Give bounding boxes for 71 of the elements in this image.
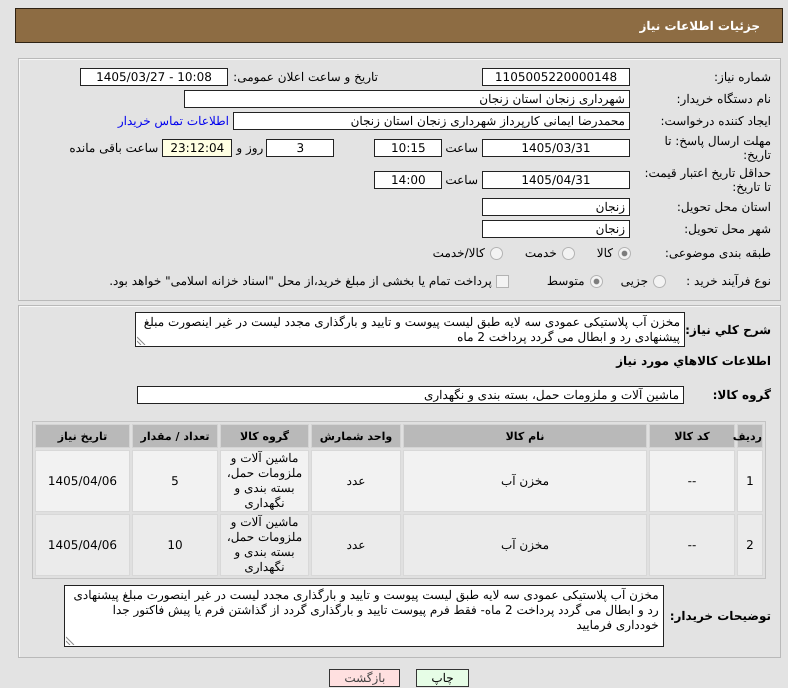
province-field[interactable]: زنجان <box>482 198 630 216</box>
deadline-date-field[interactable]: 1405/03/31 <box>482 139 630 157</box>
option-label: متوسط <box>546 274 585 288</box>
table-cell: -- <box>649 514 735 576</box>
field-label: نوع فرآیند خرید : <box>685 274 771 288</box>
option-label: خدمت <box>524 246 557 260</box>
table-cell: -- <box>649 450 735 512</box>
field-label: ایجاد کننده درخواست: <box>659 114 771 128</box>
city-field[interactable]: زنجان <box>482 220 630 238</box>
checkbox[interactable] <box>496 274 509 288</box>
column-header: نام کالا <box>403 424 647 448</box>
field-label: شهر محل تحویل: <box>683 222 771 236</box>
table-cell: ماشین آلات و ملزومات حمل، بسته بندی و نگهداری <box>220 514 309 576</box>
buyer-notes-field[interactable]: مخزن آب پلاستیکی عمودی سه لایه طبق لیست پیوست و تایید و بارگذاری مجدد لیست در غیر اینصورت مبلغ پیشنهادی رد و ابطال می گردد پرداخت 2 ماه- فقط فرم پیوست تایید و بارگذاری گردد از گذاشتن فرم یا پیش فاکتور جدا خودداری فرمایید <box>64 585 664 647</box>
announce-date-field[interactable]: 1405/03/27 - 10:08 <box>80 68 228 86</box>
table-cell: 2 <box>737 514 763 576</box>
field-label: طبقه بندی موضوعی: <box>664 246 771 260</box>
resize-grip-icon[interactable] <box>137 336 146 345</box>
table-cell: عدد <box>311 450 401 512</box>
description-field[interactable]: مخزن آب پلاستیکی عمودی سه لایه طبق لیست پیوست و تایید و بارگذاری مجدد لیست در غیر اینصورت مبلغ پیشنهادی رد و ابطال می گردد پرداخت 2 ماه <box>135 312 685 347</box>
buyer-org-field[interactable]: شهرداری زنجان استان زنجان <box>184 90 630 108</box>
deadline-time-field[interactable]: 10:15 <box>374 139 442 157</box>
column-header: تعداد / مقدار <box>132 424 218 448</box>
table-cell: مخزن آب <box>403 450 647 512</box>
column-header: گروه کالا <box>220 424 309 448</box>
table-cell: عدد <box>311 514 401 576</box>
back-button[interactable]: بازگشت <box>329 669 400 687</box>
time-label: ساعت <box>445 141 478 155</box>
page-title: جزئیات اطلاعات نیاز <box>639 18 760 32</box>
radio-button[interactable] <box>562 246 575 260</box>
radio-button[interactable] <box>653 274 666 288</box>
field-label: تاریخ و ساعت اعلان عمومی: <box>232 70 378 84</box>
column-header: تاریخ نیاز <box>35 424 130 448</box>
column-header: کد کالا <box>649 424 735 448</box>
field-label: نام دستگاه خریدار: <box>676 92 771 106</box>
option-label: کالا/خدمت <box>432 246 485 260</box>
validity-date-field[interactable]: 1405/04/31 <box>482 171 630 189</box>
table-cell: ماشین آلات و ملزومات حمل، بسته بندی و نگهداری <box>220 450 309 512</box>
checkbox-label: پرداخت تمام یا بخشی از مبلغ خرید،از محل "اسناد خزانه اسلامی" خواهد بود. <box>109 274 492 288</box>
remaining-label: ساعت باقی مانده <box>69 141 158 155</box>
field-label: استان محل تحویل: <box>676 200 771 214</box>
remaining-time-field[interactable]: 23:12:04 <box>162 139 232 157</box>
radio-button[interactable] <box>618 246 631 260</box>
field-label: توضیحات خریدار: <box>670 609 771 623</box>
column-header: واحد شمارش <box>311 424 401 448</box>
section-title: اطلاعات کالاهاي مورد نیاز <box>614 353 771 369</box>
table-cell: 10 <box>132 514 218 576</box>
option-label: جزیی <box>620 274 648 288</box>
buyer-contact-link[interactable]: اطلاعات تماس خریدار <box>118 114 229 128</box>
requester-field[interactable]: محمدرضا ایمانی کارپرداز شهرداری زنجان استان زنجان <box>233 112 630 130</box>
field-label: شرح کلي نیاز: <box>685 322 771 336</box>
days-field[interactable]: 3 <box>266 139 334 157</box>
radio-button[interactable] <box>490 246 503 260</box>
table-cell: 1 <box>737 450 763 512</box>
print-button[interactable]: چاپ <box>416 669 469 687</box>
validity-time-field[interactable]: 14:00 <box>374 171 442 189</box>
field-label: حداقل تاریخ اعتبار قیمت: تا تاریخ: <box>643 166 771 194</box>
field-label: شماره نیاز: <box>713 70 771 84</box>
field-label: گروه کالا: <box>712 388 771 402</box>
table-cell: 5 <box>132 450 218 512</box>
time-label: ساعت <box>445 173 478 187</box>
need-number-field[interactable]: 1105005220000148 <box>482 68 630 86</box>
table-cell: 1405/04/06 <box>35 514 130 576</box>
field-label: مهلت ارسال پاسخ: تا تاریخ: <box>663 134 771 162</box>
resize-grip-icon[interactable] <box>66 636 75 645</box>
goods-group-field[interactable]: ماشین آلات و ملزومات حمل، بسته بندی و نگهداری <box>137 386 684 404</box>
table-cell: مخزن آب <box>403 514 647 576</box>
radio-button[interactable] <box>590 274 603 288</box>
table-cell: 1405/04/06 <box>35 450 130 512</box>
option-label: کالا <box>596 246 613 260</box>
days-label: روز و <box>236 141 264 155</box>
